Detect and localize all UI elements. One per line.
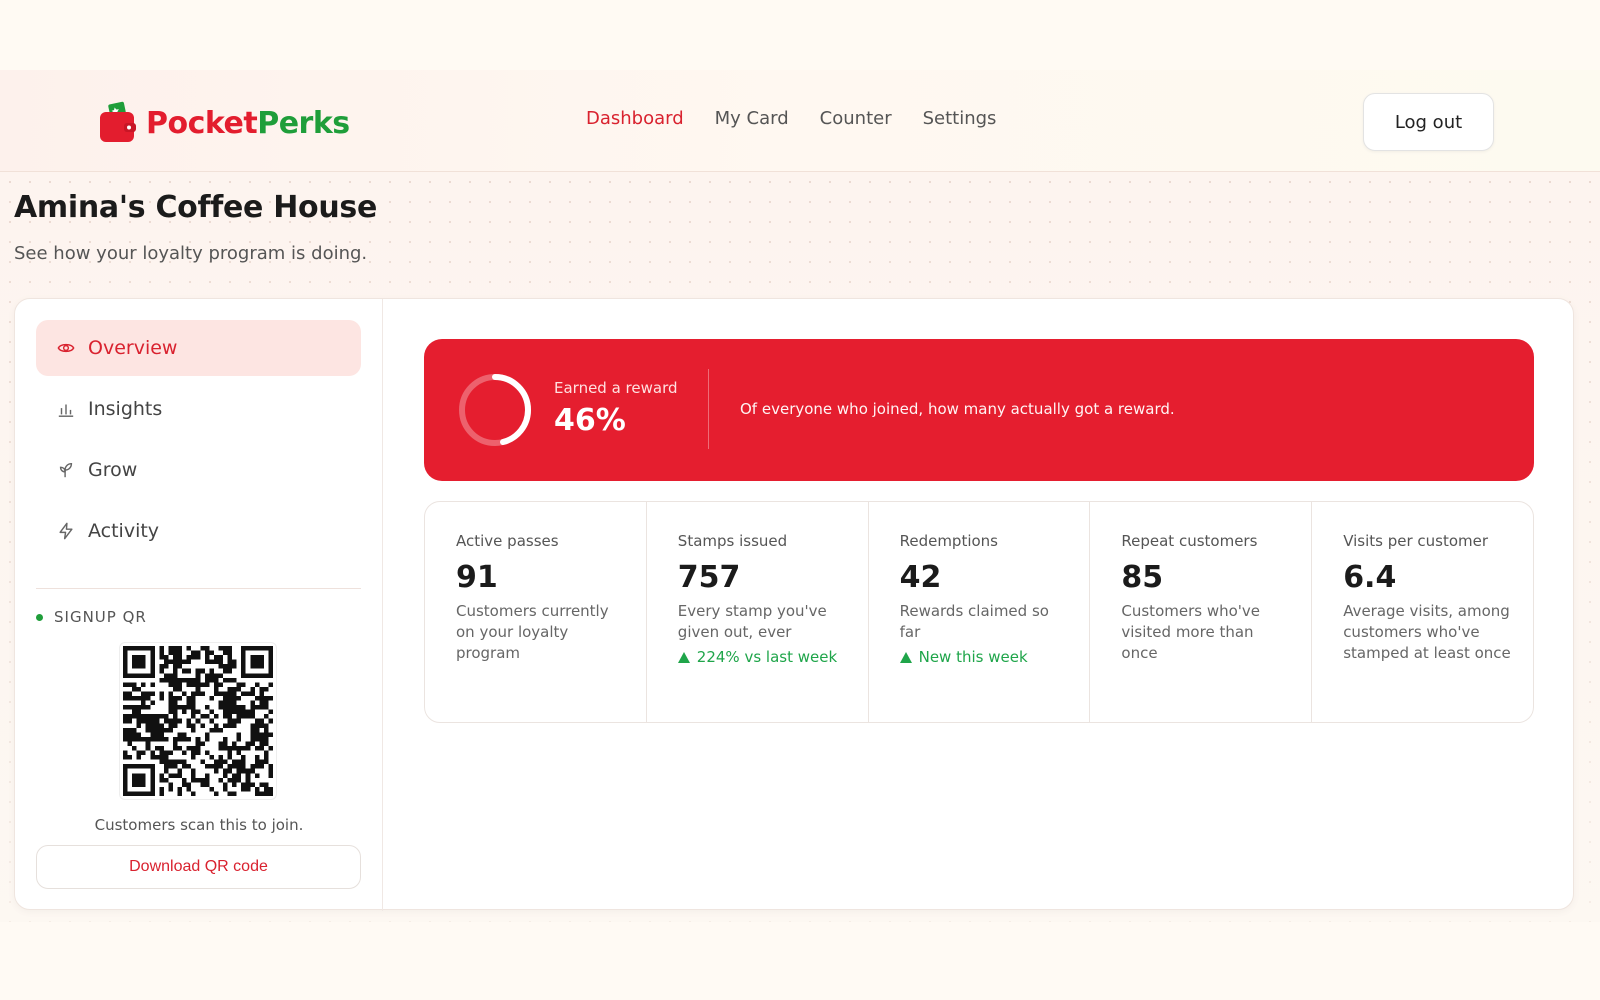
stat-value: 91	[456, 560, 498, 595]
qr-caption: Customers scan this to join.	[94, 816, 304, 834]
signup-qr-label: SIGNUP QR	[54, 608, 147, 626]
stat-value: 85	[1121, 560, 1164, 595]
brand-logo[interactable]: PocketPerks	[98, 100, 350, 146]
stat-description: Average visits, among customers who've s…	[1343, 602, 1511, 662]
stat-label: Redemptions	[899, 532, 999, 550]
main-nav: Dashboard My Card Counter Settings	[586, 108, 996, 129]
stat-trend-text: 224% vs last week	[696, 648, 838, 666]
stat-label: Stamps issued	[677, 532, 788, 550]
page-subtitle: See how your loyalty program is doing.	[14, 243, 368, 264]
lightning-icon	[56, 521, 76, 541]
sidebar-item-grow[interactable]: Grow	[36, 442, 361, 498]
stat-label: Active passes	[456, 532, 559, 550]
sidebar-item-activity[interactable]: Activity	[36, 503, 361, 559]
stat-card-redemptions: Redemptions 42 Rewards claimed so far Ne…	[869, 502, 1091, 722]
stat-value: 757	[677, 560, 741, 595]
stat-description: Every stamp you've given out, ever	[677, 602, 827, 641]
sidebar-item-label: Overview	[88, 337, 178, 359]
stat-trend: New this week	[899, 648, 1090, 666]
stat-label: Visits per customer	[1343, 532, 1489, 550]
reward-description: Of everyone who joined, how many actuall…	[740, 400, 1175, 418]
download-qr-button[interactable]: Download QR code	[36, 845, 361, 889]
status-dot-icon	[36, 613, 43, 621]
stat-card-visits-per-customer: Visits per customer 6.4 Average visits, …	[1312, 502, 1533, 722]
reward-rate-banner: Earned a reward 46% Of everyone who join…	[424, 339, 1534, 481]
stat-value: 42	[899, 560, 942, 595]
brand-name: PocketPerks	[146, 106, 350, 141]
page-title: Amina's Coffee House	[14, 190, 377, 225]
logout-button[interactable]: Log out	[1363, 93, 1494, 151]
brand-name-part1: Pocket	[146, 105, 258, 141]
stat-trend-text: New this week	[918, 648, 1028, 666]
sidebar-item-overview[interactable]: Overview	[36, 320, 361, 376]
signup-qr-heading: SIGNUP QR	[36, 608, 147, 626]
stat-description: Customers currently on your loyalty prog…	[456, 602, 609, 662]
nav-dashboard[interactable]: Dashboard	[586, 108, 684, 129]
top-band	[0, 0, 1600, 70]
qr-code-image	[123, 646, 273, 796]
stat-card-repeat-customers: Repeat customers 85 Customers who've vis…	[1090, 502, 1313, 722]
nav-settings[interactable]: Settings	[923, 108, 997, 129]
brand-name-part2: Perks	[257, 105, 350, 141]
stat-description: Customers who've visited more than once	[1121, 602, 1261, 662]
wallet-icon	[100, 101, 136, 142]
stat-description: Rewards claimed so far	[899, 602, 1049, 641]
stat-value: 6.4	[1343, 560, 1397, 595]
app-header: PocketPerks Dashboard My Card Counter Se…	[0, 70, 1600, 172]
sprout-icon	[56, 460, 76, 480]
banner-divider	[708, 369, 709, 449]
sidebar-item-label: Activity	[88, 520, 160, 542]
reward-label: Earned a reward	[554, 379, 678, 397]
signup-qr-code	[119, 642, 277, 800]
stat-label: Repeat customers	[1121, 532, 1258, 550]
stat-card-active-passes: Active passes 91 Customers currently on …	[425, 502, 647, 722]
reward-value: 46%	[554, 403, 626, 438]
sidebar: Overview Insights Grow Activity SIGNUP Q…	[15, 299, 383, 911]
nav-counter[interactable]: Counter	[820, 108, 892, 129]
sidebar-item-label: Grow	[88, 459, 138, 481]
trend-up-icon	[677, 651, 690, 663]
bar-chart-icon	[56, 399, 76, 419]
dashboard-panel: Overview Insights Grow Activity SIGNUP Q…	[14, 298, 1574, 911]
trend-up-icon	[899, 651, 912, 663]
nav-my-card[interactable]: My Card	[715, 108, 789, 129]
sidebar-item-label: Insights	[88, 398, 163, 420]
reward-progress-ring	[459, 374, 531, 446]
stat-card-stamps-issued: Stamps issued 757 Every stamp you've giv…	[647, 502, 869, 722]
stat-trend: 224% vs last week	[677, 648, 868, 666]
stats-grid: Active passes 91 Customers currently on …	[424, 501, 1534, 723]
sidebar-item-insights[interactable]: Insights	[36, 381, 361, 437]
sidebar-divider	[36, 588, 361, 589]
eye-icon	[56, 338, 76, 358]
